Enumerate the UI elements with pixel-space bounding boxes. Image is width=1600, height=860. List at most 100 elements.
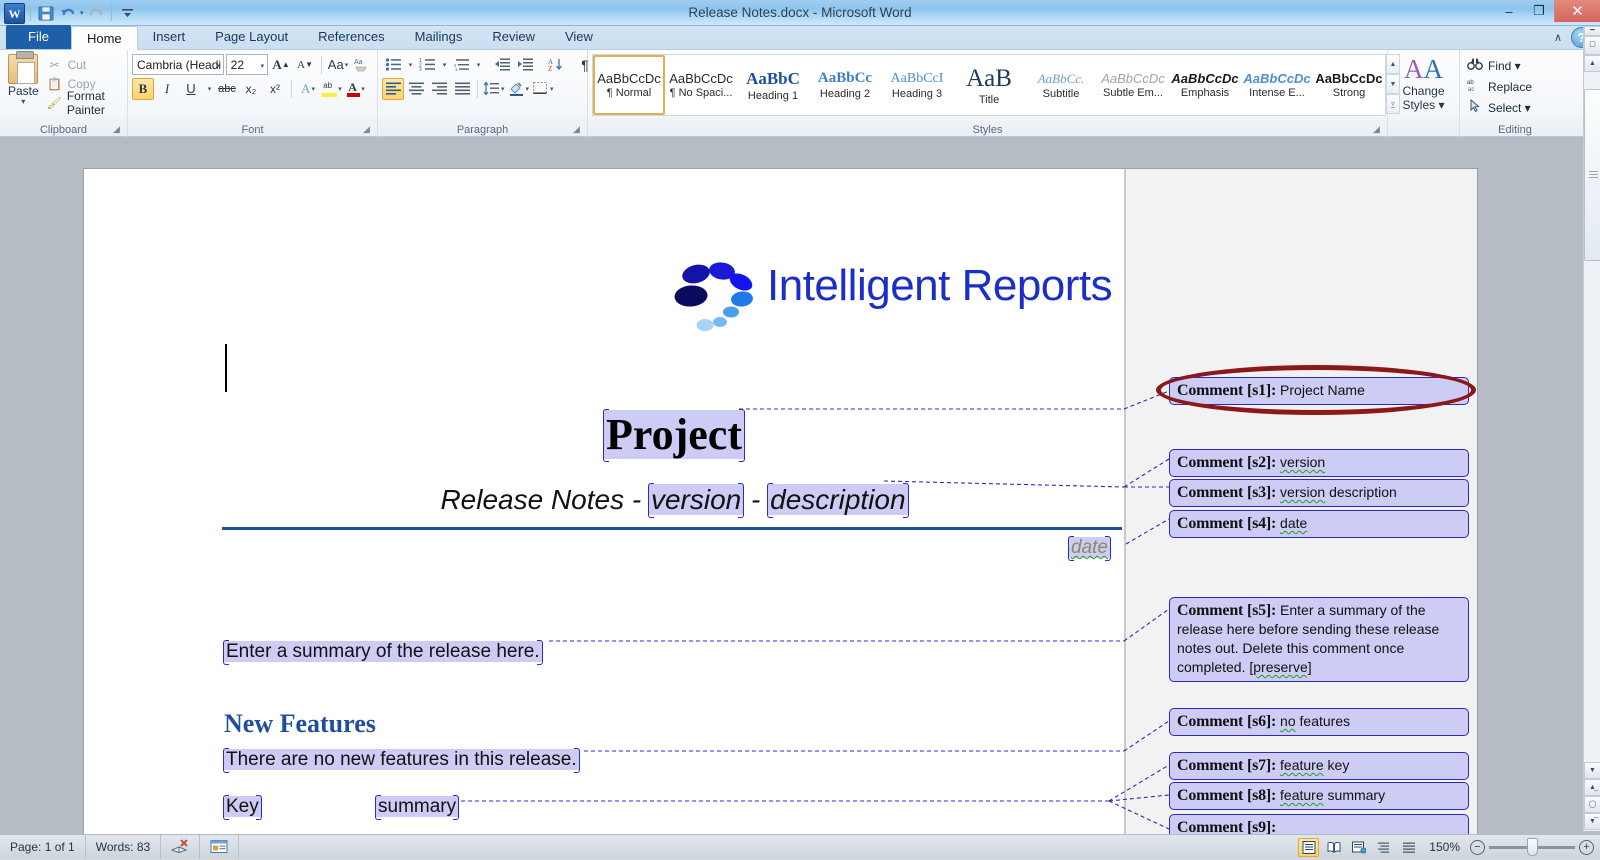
- font-dialog-launcher-icon[interactable]: ◢: [363, 124, 374, 135]
- print-layout-view-button[interactable]: [1298, 837, 1320, 857]
- styles-dialog-launcher-icon[interactable]: ◢: [1373, 124, 1384, 135]
- vertical-scrollbar[interactable]: ━ ▢ ▲ ▼ ▲̲ ◯ ▼̅: [1583, 26, 1600, 831]
- proofing-errors-icon[interactable]: [161, 834, 201, 859]
- style-heading-3[interactable]: AaBbCcI Heading 3: [881, 55, 953, 115]
- draft-view-button[interactable]: [1398, 838, 1419, 857]
- paste-dropdown-arrow[interactable]: ▾: [4, 98, 43, 106]
- zoom-out-button[interactable]: −: [1470, 839, 1485, 855]
- comment-balloon-s6[interactable]: Comment [s6]: no features: [1169, 708, 1469, 736]
- tab-file[interactable]: File: [6, 25, 71, 49]
- zoom-slider-thumb[interactable]: [1527, 837, 1538, 856]
- document-summary-paragraph[interactable]: Enter a summary of the release here.: [224, 641, 542, 663]
- multilevel-dropdown-arrow[interactable]: ▾: [473, 54, 483, 76]
- align-right-icon[interactable]: [428, 78, 450, 100]
- paste-button[interactable]: Paste ▾: [4, 51, 43, 120]
- comment-balloon-s3[interactable]: Comment [s3]: version description: [1169, 479, 1469, 507]
- clipboard-dialog-launcher-icon[interactable]: ◢: [113, 124, 124, 135]
- increase-indent-icon[interactable]: [514, 54, 536, 76]
- style-intense-emphasis[interactable]: AaBbCcDc Intense E...: [1241, 55, 1313, 115]
- comment-balloon-s1[interactable]: Comment [s1]: Project Name: [1169, 377, 1469, 405]
- numbering-icon[interactable]: 123: [416, 54, 438, 76]
- select-browse-object-icon[interactable]: ▢: [1584, 36, 1600, 55]
- document-page[interactable]: Intelligent Reports Project Release Note…: [84, 169, 1477, 834]
- underline-button[interactable]: U: [180, 78, 202, 100]
- minimize-button[interactable]: –: [1494, 0, 1524, 22]
- change-styles-icon[interactable]: AA: [1404, 54, 1443, 84]
- replace-button[interactable]: ab ac Replace: [1464, 76, 1566, 97]
- next-page-icon[interactable]: ▼̅: [1584, 813, 1600, 830]
- split-bar-handle[interactable]: ━: [1584, 26, 1600, 36]
- document-date-field[interactable]: date: [1069, 537, 1110, 559]
- align-left-icon[interactable]: [382, 77, 404, 100]
- comment-balloon-s8[interactable]: Comment [s8]: feature summary: [1169, 782, 1469, 810]
- heading-new-features[interactable]: New Features: [224, 709, 376, 739]
- style-heading-2[interactable]: AaBbCc Heading 2: [809, 55, 881, 115]
- restore-button[interactable]: ❐: [1524, 0, 1554, 22]
- scroll-up-icon[interactable]: ▲: [1584, 55, 1600, 72]
- cut-button[interactable]: ✂ Cut: [43, 55, 123, 74]
- font-size-combo[interactable]: 22 ▾: [225, 54, 269, 75]
- tab-insert[interactable]: Insert: [138, 25, 201, 49]
- change-case-button[interactable]: Aa ▾: [327, 54, 349, 76]
- decrease-indent-icon[interactable]: [491, 54, 513, 76]
- no-features-paragraph[interactable]: There are no new features in this releas…: [224, 749, 579, 771]
- chevron-down-icon[interactable]: ▾: [261, 62, 265, 70]
- comment-balloon-s2[interactable]: Comment [s2]: version: [1169, 449, 1469, 477]
- grow-font-button[interactable]: A ▲: [270, 54, 292, 76]
- comment-balloon-s9[interactable]: Comment [s9]:: [1169, 814, 1469, 834]
- style-heading-1[interactable]: AaBbC Heading 1: [737, 55, 809, 115]
- page-indicator[interactable]: Page: 1 of 1: [0, 834, 86, 859]
- subscript-button[interactable]: x₂: [240, 78, 262, 100]
- superscript-button[interactable]: x²: [264, 78, 286, 100]
- chevron-down-icon[interactable]: ▾: [216, 62, 220, 70]
- style-emphasis[interactable]: AaBbCcDc Emphasis: [1169, 55, 1241, 115]
- text-effects-button[interactable]: A ▾: [297, 78, 319, 100]
- line-spacing-icon[interactable]: ▾: [482, 78, 506, 100]
- bullets-icon[interactable]: [382, 54, 404, 76]
- text-highlight-button[interactable]: ab ▾: [321, 78, 343, 100]
- zoom-in-button[interactable]: +: [1579, 839, 1594, 855]
- style-subtle-emphasis[interactable]: AaBbCcDc Subtle Em...: [1097, 55, 1169, 115]
- paragraph-dialog-launcher-icon[interactable]: ◢: [573, 124, 584, 135]
- sort-icon[interactable]: AZ: [544, 54, 566, 76]
- shrink-font-button[interactable]: A ▼: [294, 54, 316, 76]
- feature-key-cell[interactable]: Key: [224, 796, 261, 818]
- outline-view-button[interactable]: [1373, 838, 1394, 857]
- strikethrough-button[interactable]: abc: [216, 78, 238, 100]
- format-painter-button[interactable]: 🖌 Format Painter: [43, 89, 123, 117]
- scrollbar-thumb[interactable]: [1584, 89, 1600, 261]
- comment-balloon-s7[interactable]: Comment [s7]: feature key: [1169, 752, 1469, 780]
- style-no-spacing[interactable]: AaBbCcDc ¶ No Spaci...: [665, 55, 737, 115]
- collapse-ribbon-icon[interactable]: ∧: [1554, 31, 1562, 44]
- previous-page-icon[interactable]: ▲̲: [1584, 779, 1600, 796]
- word-count[interactable]: Words: 83: [86, 834, 162, 859]
- close-button[interactable]: ✕: [1554, 0, 1600, 22]
- feature-summary-cell[interactable]: summary: [376, 796, 459, 818]
- borders-icon[interactable]: ▾: [531, 78, 555, 100]
- find-button[interactable]: Find ▾: [1464, 55, 1566, 76]
- style-title[interactable]: AaB Title: [953, 55, 1025, 115]
- font-name-combo[interactable]: Cambria (Headi ▾: [132, 54, 224, 75]
- comment-balloon-s5[interactable]: Comment [s5]: Enter a summary of the rel…: [1169, 597, 1469, 682]
- numbering-dropdown-arrow[interactable]: ▾: [439, 54, 449, 76]
- style-normal[interactable]: AaBbCcDc ¶ Normal: [593, 55, 665, 115]
- multilevel-list-icon[interactable]: 21: [450, 54, 472, 76]
- scroll-down-icon[interactable]: ▼: [1584, 762, 1600, 779]
- align-center-icon[interactable]: [405, 78, 427, 100]
- clear-formatting-icon[interactable]: Aa: [351, 54, 373, 76]
- tab-references[interactable]: References: [303, 25, 399, 49]
- style-strong[interactable]: AaBbCcDc Strong: [1313, 55, 1385, 115]
- italic-button[interactable]: I: [156, 78, 178, 100]
- full-screen-reading-view-button[interactable]: [1323, 838, 1344, 857]
- font-color-button[interactable]: A ▾: [345, 78, 367, 100]
- browse-object-icon[interactable]: ◯: [1584, 796, 1600, 813]
- bold-button[interactable]: B: [132, 77, 154, 100]
- document-subtitle[interactable]: Release Notes - version - description: [224, 484, 1124, 516]
- zoom-slider-track[interactable]: [1489, 837, 1575, 856]
- tab-view[interactable]: View: [550, 25, 608, 49]
- style-subtitle[interactable]: AaBbCc. Subtitle: [1025, 55, 1097, 115]
- tab-review[interactable]: Review: [477, 25, 550, 49]
- change-styles-button[interactable]: Change Styles ▾: [1402, 84, 1444, 112]
- justify-icon[interactable]: [451, 78, 473, 100]
- tab-home[interactable]: Home: [70, 26, 138, 50]
